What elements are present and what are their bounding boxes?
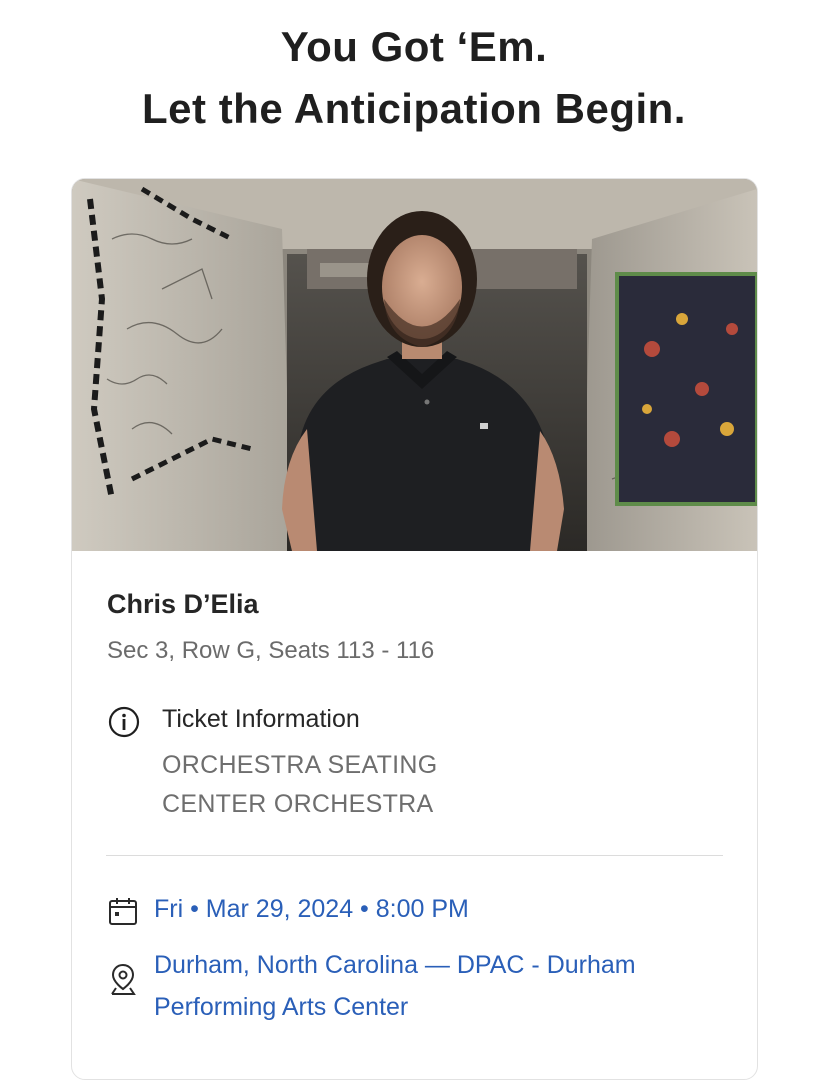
event-photo: [72, 179, 757, 551]
headline-line-2: Let the Anticipation Begin.: [142, 85, 686, 132]
info-icon: [108, 706, 140, 738]
section-divider: [106, 855, 723, 856]
location-pin-icon: [108, 962, 138, 996]
headline-line-1: You Got ‘Em.: [280, 23, 548, 70]
page-headline: You Got ‘Em. Let the Anticipation Begin.: [0, 16, 828, 140]
ticket-info-line-2: CENTER ORCHESTRA: [162, 790, 434, 818]
performer-name: Chris D’Elia: [107, 589, 259, 619]
calendar-icon: [107, 895, 139, 927]
ticket-info-title: Ticket Information: [162, 705, 360, 733]
venue-link[interactable]: Durham, North Carolina — DPAC - Durham P…: [154, 944, 734, 1028]
seat-details: Sec 3, Row G, Seats 113 - 116: [107, 637, 435, 664]
ticket-info-line-1: ORCHESTRA SEATING: [162, 751, 438, 779]
ticket-card[interactable]: Chris D’Elia Sec 3, Row G, Seats 113 - 1…: [71, 178, 758, 1080]
event-datetime-link[interactable]: Fri • Mar 29, 2024 • 8:00 PM: [154, 895, 469, 924]
